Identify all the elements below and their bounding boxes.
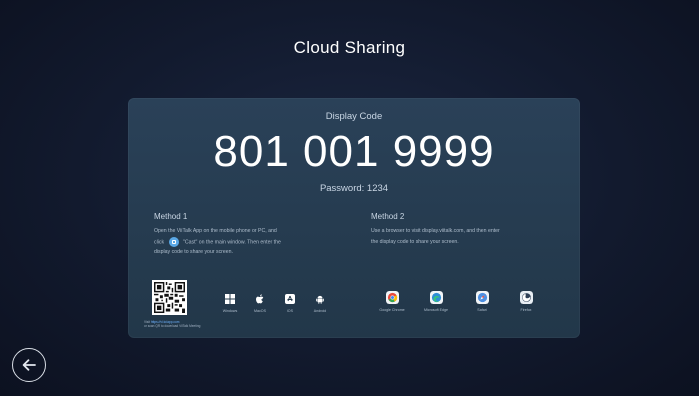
qr-caption-text: or scan QR to download ViiTalk Meeting xyxy=(144,324,201,329)
qr-caption-url[interactable]: https://vi.to/app.com xyxy=(151,320,180,324)
browser-label: Firefox xyxy=(520,308,532,312)
platform-ios: iOS xyxy=(276,294,304,313)
browser-firefox: Firefox xyxy=(506,291,546,312)
method1-line3: display code to share your screen. xyxy=(154,249,234,256)
method1-line2: click "Cast" on the main window. Then en… xyxy=(154,236,354,248)
platform-label: iOS xyxy=(287,309,293,313)
display-code-label: Display Code xyxy=(325,111,383,122)
cast-icon xyxy=(168,236,179,247)
method1-instructions: Open the ViiTalk App on the mobile phone… xyxy=(154,226,354,258)
browser-label: Safari xyxy=(477,308,487,312)
platform-label: Windows xyxy=(222,309,238,313)
method2-line1: Use a browser to visit display.viitalk.c… xyxy=(371,228,500,234)
browser-chrome: Google Chrome xyxy=(372,291,412,312)
page-title: Cloud Sharing xyxy=(293,38,406,57)
safari-icon xyxy=(475,291,489,304)
firefox-icon xyxy=(519,291,533,304)
back-arrow-icon xyxy=(22,359,36,371)
method1-line2-pre: click xyxy=(154,238,165,245)
method1-line2-post: "Cast" on the main window. Then enter th… xyxy=(183,238,281,245)
method2-line2: the display code to share your screen. xyxy=(371,238,459,245)
method1-title: Method 1 xyxy=(154,212,188,221)
qr-caption-visit: Visit xyxy=(144,320,150,324)
method2-title: Method 2 xyxy=(371,212,405,221)
android-icon xyxy=(316,295,324,304)
platform-windows: Windows xyxy=(216,294,244,313)
platform-macos: MacOS xyxy=(246,294,274,313)
platform-android: Android xyxy=(306,294,334,313)
app-store-icon xyxy=(285,294,295,304)
browser-edge: Microsoft Edge xyxy=(416,291,456,312)
apple-icon xyxy=(256,294,264,304)
method1-line1: Open the ViiTalk App on the mobile phone… xyxy=(154,228,277,234)
method2-instructions: Use a browser to visit display.viitalk.c… xyxy=(371,226,571,247)
platform-label: Android xyxy=(313,309,327,313)
browser-label: Google Chrome xyxy=(379,308,405,312)
qr-caption: Visit https://vi.to/app.com or scan QR t… xyxy=(144,320,204,329)
browser-safari: Safari xyxy=(462,291,502,312)
display-code-value: 801 001 9999 xyxy=(213,127,495,176)
edge-icon xyxy=(429,291,443,304)
display-code-card: Display Code 801 001 9999 Password: 1234… xyxy=(128,98,580,338)
qr-code xyxy=(152,280,187,315)
password-text: Password: 1234 xyxy=(319,183,389,194)
windows-icon xyxy=(225,294,235,304)
cloud-sharing-screen: Cloud Sharing Display Code 801 001 9999 … xyxy=(0,0,699,396)
back-button[interactable] xyxy=(12,348,46,382)
chrome-icon xyxy=(385,291,399,304)
platform-label: MacOS xyxy=(254,309,266,313)
browser-label: Microsoft Edge xyxy=(424,308,448,312)
qr-code-icon xyxy=(154,282,185,313)
